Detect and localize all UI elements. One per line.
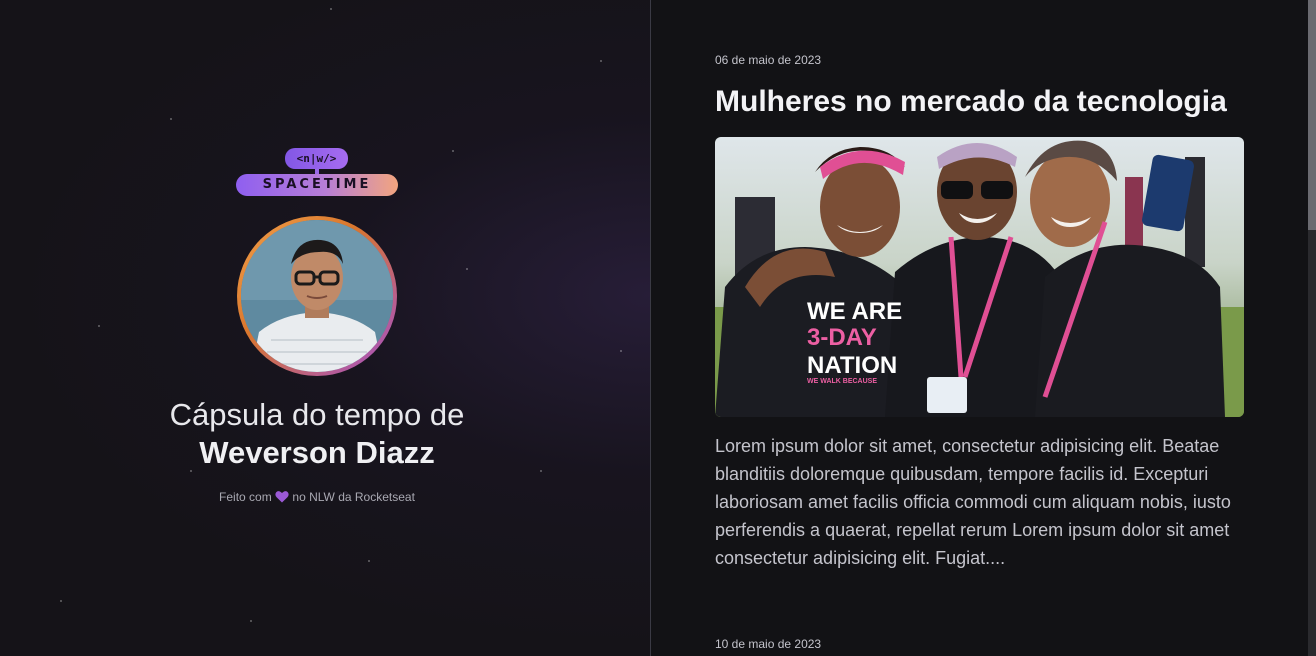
shirt-text-line1: WE ARE — [807, 298, 902, 325]
made-with-footer: Feito com no NLW da Rocketseat — [219, 490, 415, 504]
purple-heart-icon — [275, 491, 289, 503]
avatar — [237, 216, 397, 376]
scrollbar-thumb[interactable] — [1308, 0, 1316, 230]
post-date: 06 de maio de 2023 — [715, 53, 822, 67]
nlw-spacetime-logo: <n|w/> SPACETIME — [236, 148, 398, 196]
post-date: 10 de maio de 2023 — [715, 637, 822, 651]
user-name: Weverson Diazz — [199, 435, 435, 470]
shirt-text-line3: NATION — [807, 352, 897, 379]
capsule-title: Cápsula do tempo de — [169, 397, 465, 432]
scrollbar[interactable] — [1308, 0, 1316, 656]
logo-wordmark: SPACETIME — [236, 174, 398, 196]
shirt-text-line4: WE WALK BECAUSE — [807, 378, 877, 385]
post-title: Mulheres no mercado da tecnologia — [715, 85, 1227, 118]
post-body: Lorem ipsum dolor sit amet, consectetur … — [715, 436, 1231, 568]
logo-tag: <n|w/> — [285, 148, 348, 169]
memories-feed[interactable]: 06 de maio de 2023 Mulheres no mercado d… — [651, 0, 1316, 656]
avatar-photo — [241, 220, 393, 372]
profile-panel: <n|w/> SPACETIME Cápsula do tempo de Wev… — [0, 0, 650, 656]
shirt-text-line2: 3-DAY — [807, 324, 877, 351]
post-image: WE ARE 3-DAY NATION WE WALK BECAUSE — [715, 137, 1244, 417]
